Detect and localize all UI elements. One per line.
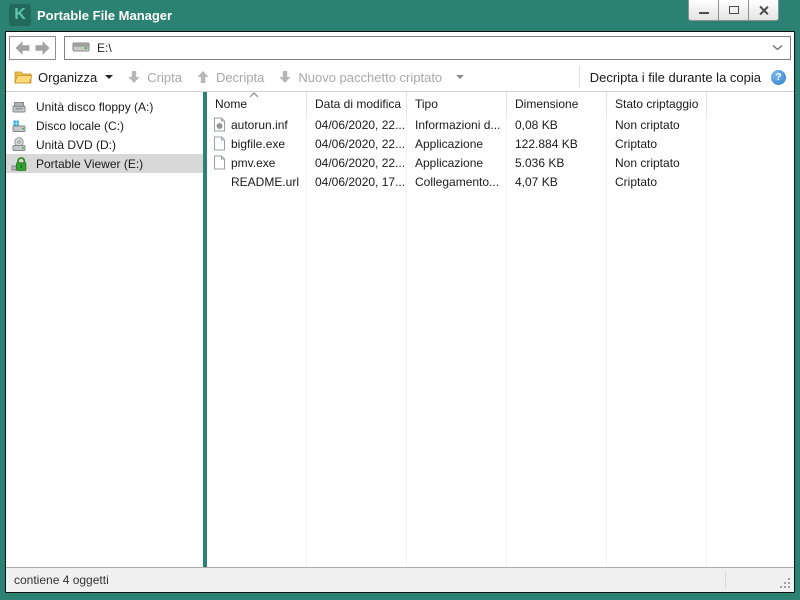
column-gridline <box>306 92 307 567</box>
file-size-cell: 122.884 KB <box>507 137 607 151</box>
column-header-dimensione[interactable]: Dimensione <box>507 92 607 115</box>
column-header-data[interactable]: Data di modifica <box>307 92 407 115</box>
folder-icon <box>14 70 32 84</box>
file-size-cell: 5.036 KB <box>507 156 607 170</box>
decrypt-arrow-up-icon <box>196 70 210 84</box>
nav-buttons <box>9 36 56 60</box>
main-area: Unità disco floppy (A:) Disco loca <box>6 92 794 567</box>
organizza-caret-icon <box>105 75 113 79</box>
sidebar-item-floppy-a[interactable]: Unità disco floppy (A:) <box>6 97 203 116</box>
decripta-button[interactable]: Decripta <box>196 70 264 85</box>
column-gridline <box>606 92 607 567</box>
sidebar-item-label: Portable Viewer (E:) <box>36 157 143 171</box>
file-name-cell: pmv.exe <box>207 155 307 170</box>
window-title: Portable File Manager <box>37 8 172 23</box>
lock-drive-icon <box>10 156 28 172</box>
sidebar-item-disk-c[interactable]: Disco locale (C:) <box>6 116 203 135</box>
toolbar-separator <box>579 66 580 88</box>
resize-grip[interactable] <box>779 577 792 590</box>
column-header-tipo[interactable]: Tipo <box>407 92 507 115</box>
gear-file-icon <box>213 117 226 132</box>
file-modified-cell: 04/06/2020, 22... <box>307 118 407 132</box>
file-type-cell: Informazioni d... <box>407 118 507 132</box>
file-name-cell: README.url <box>207 174 307 189</box>
close-button[interactable] <box>748 0 779 21</box>
sidebar-item-label: Unità DVD (D:) <box>36 138 116 152</box>
address-text: E:\ <box>97 41 112 55</box>
column-gridline <box>506 92 507 567</box>
no-icon <box>213 174 226 189</box>
column-header-stato[interactable]: Stato criptaggio <box>607 92 707 115</box>
decripta-label: Decripta <box>216 70 264 85</box>
portable-file-manager-window: K Portable File Manager <box>0 0 800 600</box>
cripta-button[interactable]: Cripta <box>127 70 182 85</box>
file-name: pmv.exe <box>231 156 275 170</box>
file-type-cell: Applicazione <box>407 156 507 170</box>
file-name: README.url <box>231 175 299 189</box>
dvd-drive-icon <box>10 137 28 153</box>
file-name-cell: bigfile.exe <box>207 136 307 151</box>
floppy-drive-icon <box>10 99 28 115</box>
file-icon <box>213 155 226 170</box>
file-status-cell: Non criptato <box>607 156 707 170</box>
nuovo-pacchetto-button[interactable]: Nuovo pacchetto criptato <box>278 70 464 85</box>
file-type-cell: Applicazione <box>407 137 507 151</box>
kaspersky-logo-icon: K <box>9 4 31 26</box>
sidebar-item-label: Disco locale (C:) <box>36 119 124 133</box>
toolbar: Organizza Cripta Decripta Nuovo pacche <box>6 63 794 92</box>
decripta-copia-label: Decripta i file durante la copia <box>590 70 761 85</box>
chevron-down-icon[interactable] <box>772 44 783 51</box>
forward-arrow-icon[interactable] <box>34 40 51 56</box>
maximize-icon <box>729 6 739 14</box>
file-icon <box>213 136 226 151</box>
minimize-button[interactable] <box>688 0 719 21</box>
close-icon <box>758 5 769 16</box>
window-controls <box>689 0 779 21</box>
title-bar[interactable]: K Portable File Manager <box>0 0 800 31</box>
file-list: Nome Data di modifica Tipo Dimensione St… <box>207 92 794 567</box>
sort-ascending-icon <box>249 92 259 98</box>
minimize-icon <box>699 12 709 14</box>
back-arrow-icon[interactable] <box>14 40 31 56</box>
file-name: autorun.inf <box>231 118 288 132</box>
package-arrow-down-icon <box>278 70 292 84</box>
cripta-label: Cripta <box>147 70 182 85</box>
file-size-cell: 0,08 KB <box>507 118 607 132</box>
file-name: bigfile.exe <box>231 137 285 151</box>
file-status-cell: Criptato <box>607 137 707 151</box>
drive-icon <box>72 41 90 54</box>
nuovo-pacchetto-caret-icon <box>456 75 464 79</box>
local-disk-icon <box>10 118 28 134</box>
drive-sidebar: Unità disco floppy (A:) Disco loca <box>6 92 203 567</box>
window-content: E:\ Organizza Cripta <box>5 31 795 593</box>
sidebar-item-dvd-d[interactable]: Unità DVD (D:) <box>6 135 203 154</box>
file-modified-cell: 04/06/2020, 22... <box>307 137 407 151</box>
navigation-bar: E:\ <box>6 32 794 63</box>
status-text: contiene 4 oggetti <box>14 573 109 587</box>
organizza-button[interactable]: Organizza <box>14 70 113 85</box>
file-status-cell: Criptato <box>607 175 707 189</box>
file-modified-cell: 04/06/2020, 22... <box>307 156 407 170</box>
sidebar-item-label: Unità disco floppy (A:) <box>36 100 153 114</box>
organizza-label: Organizza <box>38 70 97 85</box>
status-bar: contiene 4 oggetti <box>6 567 794 592</box>
file-size-cell: 4,07 KB <box>507 175 607 189</box>
toolbar-right: Decripta i file durante la copia ? <box>579 66 786 88</box>
nuovo-pacchetto-label: Nuovo pacchetto criptato <box>298 70 442 85</box>
sidebar-item-portable-viewer-e[interactable]: Portable Viewer (E:) <box>6 154 203 173</box>
column-gridline <box>406 92 407 567</box>
file-list-header: Nome Data di modifica Tipo Dimensione St… <box>207 92 794 115</box>
file-type-cell: Collegamento... <box>407 175 507 189</box>
help-icon[interactable]: ? <box>771 70 786 85</box>
encrypt-arrow-down-icon <box>127 70 141 84</box>
maximize-button[interactable] <box>718 0 749 21</box>
file-modified-cell: 04/06/2020, 17... <box>307 175 407 189</box>
address-bar[interactable]: E:\ <box>64 36 791 60</box>
file-name-cell: autorun.inf <box>207 117 307 132</box>
file-status-cell: Non criptato <box>607 118 707 132</box>
status-bar-separator <box>725 572 726 588</box>
column-gridline <box>706 92 707 567</box>
